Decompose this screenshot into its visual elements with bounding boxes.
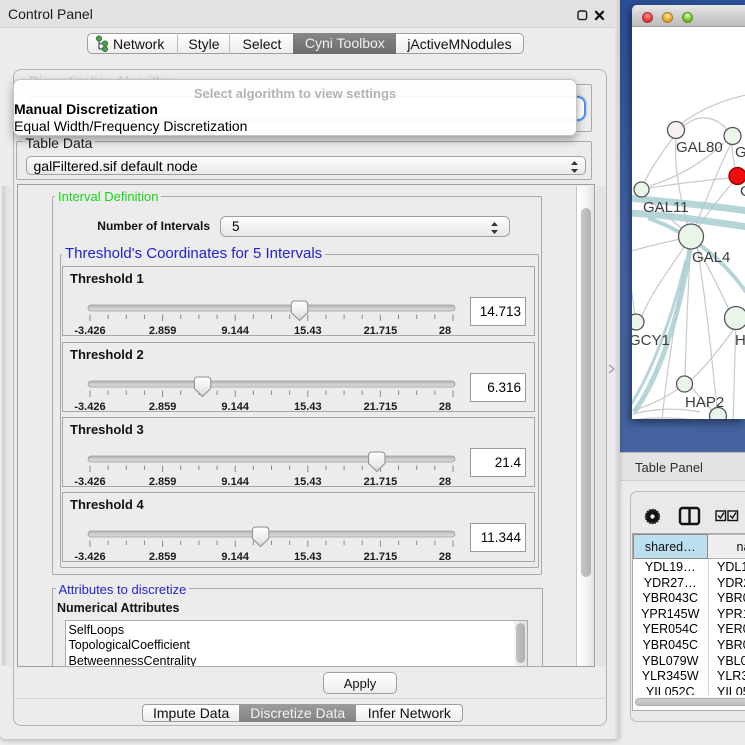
svg-text:21.715: 21.715 (364, 551, 398, 563)
svg-text:21.715: 21.715 (364, 325, 398, 337)
svg-text:28: 28 (439, 325, 451, 337)
svg-text:15.43: 15.43 (294, 551, 322, 563)
svg-text:HAP2: HAP2 (685, 394, 724, 411)
svg-text:15.43: 15.43 (294, 325, 322, 337)
svg-text:28: 28 (439, 476, 451, 488)
svg-text:HI: HI (735, 332, 745, 349)
svg-text:2.859: 2.859 (149, 401, 177, 413)
svg-text:-3.426: -3.426 (74, 551, 105, 563)
svg-text:2.859: 2.859 (149, 551, 177, 563)
svg-text:9.144: 9.144 (221, 401, 249, 413)
svg-text:15.43: 15.43 (294, 401, 322, 413)
svg-text:9.144: 9.144 (221, 325, 249, 337)
svg-text:-3.426: -3.426 (74, 401, 105, 413)
svg-text:2.859: 2.859 (149, 325, 177, 337)
svg-text:9.144: 9.144 (221, 551, 249, 563)
svg-text:15.43: 15.43 (294, 476, 322, 488)
svg-text:GAL11: GAL11 (643, 199, 689, 216)
svg-text:GCY1: GCY1 (632, 332, 670, 349)
svg-text:28: 28 (439, 551, 451, 563)
svg-text:GAL80: GAL80 (676, 139, 723, 156)
svg-text:-3.426: -3.426 (74, 476, 105, 488)
svg-text:2.859: 2.859 (149, 476, 177, 488)
svg-text:21.715: 21.715 (364, 476, 398, 488)
svg-text:-3.426: -3.426 (74, 325, 105, 337)
svg-text:GAL4: GAL4 (692, 249, 730, 266)
svg-text:21.715: 21.715 (364, 401, 398, 413)
svg-text:G: G (740, 183, 745, 200)
svg-text:GA: GA (735, 144, 745, 161)
svg-text:9.144: 9.144 (221, 476, 249, 488)
svg-text:28: 28 (439, 401, 451, 413)
